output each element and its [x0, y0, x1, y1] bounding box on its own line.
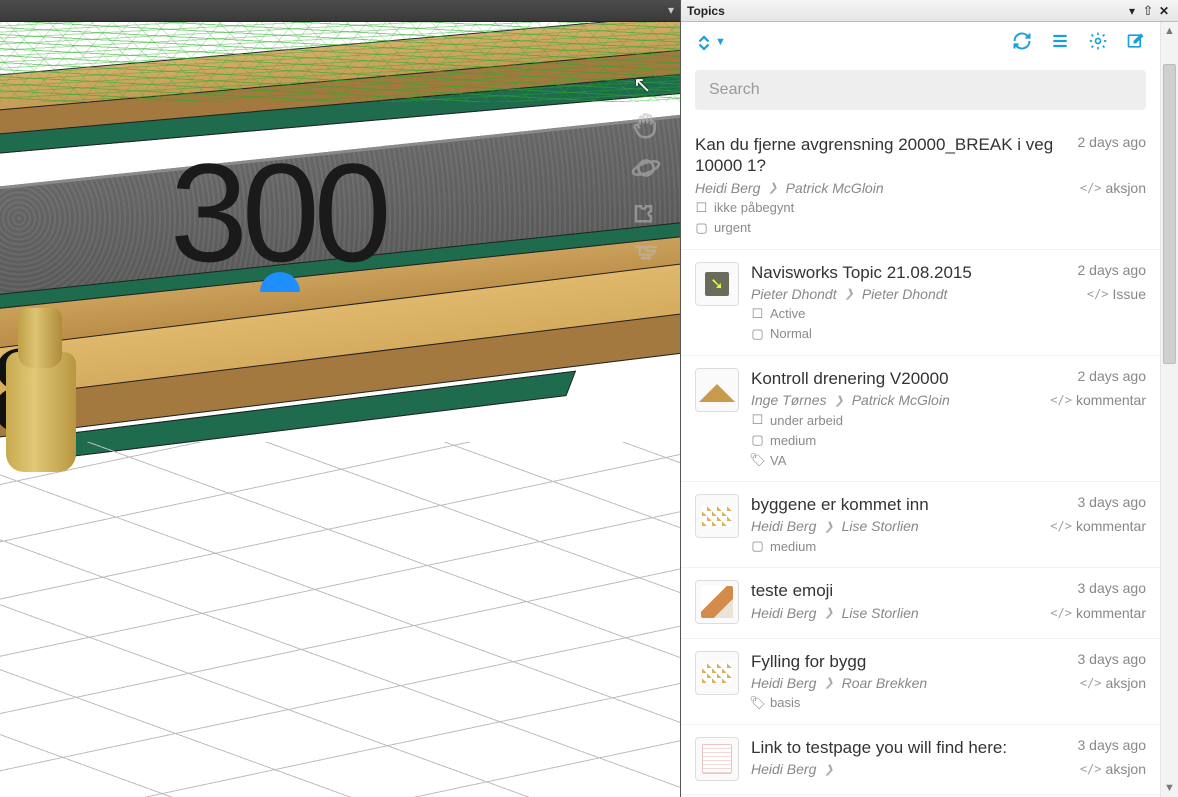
scroll-up-icon[interactable]: ▲ [1161, 22, 1178, 40]
topic-meta: 🏷basis [751, 695, 1146, 711]
viewport-canvas[interactable]: 8 300 ↖ [0, 22, 680, 797]
chevron-right-icon: ❯ [824, 676, 833, 689]
topic-title: Fylling for bygg [751, 651, 1066, 672]
topic-time: 3 days ago [1078, 651, 1147, 667]
station-label: 300 [170, 132, 386, 294]
topic-thumbnail [695, 494, 739, 538]
dropdown-icon[interactable]: ▾ [1124, 4, 1140, 18]
topic-meta: ▢medium [751, 432, 1146, 448]
topic-thumbnail [695, 651, 739, 695]
topic-people: Heidi Berg ❯ [751, 761, 1080, 777]
topics-panel: Topics ▾ ⇧ ✕ ▼ [680, 0, 1178, 797]
ground-grid [0, 442, 680, 797]
chevron-right-icon: ❯ [824, 606, 833, 619]
pan-hand-icon[interactable] [628, 108, 664, 144]
chevron-right-icon: ❯ [824, 520, 833, 533]
topic-people: Inge Tørnes ❯ Patrick McGloin [751, 392, 1050, 408]
chevron-right-icon: ❯ [845, 287, 854, 300]
topic-item[interactable]: Kontroll drenering V20000 2 days ago Ing… [681, 355, 1160, 481]
topic-kind: </>kommentar [1050, 518, 1146, 534]
topic-item[interactable]: Fylling for bygg 3 days ago Heidi Berg ❯… [681, 638, 1160, 724]
topic-item[interactable]: teste emoji 3 days ago Heidi Berg ❯ Lise… [681, 567, 1160, 637]
topic-time: 2 days ago [1078, 262, 1147, 278]
puzzle-icon[interactable] [628, 192, 664, 228]
topic-time: 2 days ago [1078, 134, 1147, 150]
topic-title: teste emoji [751, 580, 1066, 601]
orbit-planet-icon[interactable] [628, 150, 664, 186]
topic-kind: </>aksjon [1080, 180, 1146, 196]
topic-meta: ▢Normal [751, 326, 1146, 342]
topic-thumbnail: ➘ [695, 262, 739, 306]
topic-meta: ☐Active [751, 306, 1146, 322]
chevron-right-icon: ❯ [834, 394, 843, 407]
topic-people: Heidi Berg ❯ Patrick McGloin [695, 180, 1080, 196]
refresh-icon[interactable] [1012, 31, 1032, 54]
topic-time: 3 days ago [1078, 737, 1147, 753]
panel-title: Topics [687, 4, 1124, 18]
chevron-right-icon: ❯ [768, 181, 777, 194]
settings-gear-icon[interactable] [1088, 31, 1108, 54]
cylinder-object [6, 352, 76, 472]
topic-people: Pieter Dhondt ❯ Pieter Dhondt [751, 286, 1087, 302]
topic-kind: </>aksjon [1080, 675, 1146, 691]
topic-title: Kan du fjerne avgrensning 20000_BREAK i … [695, 134, 1066, 177]
topic-meta: 🏷VA [751, 452, 1146, 468]
viewport-tab-strip[interactable] [0, 0, 680, 22]
topic-kind: </>aksjon [1080, 761, 1146, 777]
topic-people: Heidi Berg ❯ Lise Storlien [751, 605, 1050, 621]
topic-item[interactable]: Kan du fjerne avgrensning 20000_BREAK i … [681, 122, 1160, 249]
topics-toolbar: ▼ [681, 22, 1160, 64]
close-icon[interactable]: ✕ [1156, 4, 1172, 18]
topic-time: 3 days ago [1078, 580, 1147, 596]
topic-item[interactable]: ➘ Navisworks Topic 21.08.2015 2 days ago… [681, 249, 1160, 355]
topic-kind: </>kommentar [1050, 605, 1146, 621]
topic-meta: ☐ikke påbegynt [695, 200, 1146, 216]
topic-time: 3 days ago [1078, 494, 1147, 510]
chevron-right-icon: ❯ [824, 763, 833, 776]
topic-thumbnail [695, 737, 739, 781]
wireframe-mesh [0, 22, 680, 102]
topic-kind: </>Issue [1087, 286, 1146, 302]
topic-thumbnail [695, 580, 739, 624]
topic-title: Kontroll drenering V20000 [751, 368, 1066, 389]
topic-meta: ☐under arbeid [751, 412, 1146, 428]
pin-icon[interactable]: ⇧ [1140, 3, 1156, 19]
topic-thumbnail [695, 368, 739, 412]
compose-edit-icon[interactable] [1126, 31, 1146, 54]
viewport-3d[interactable]: 8 300 ↖ [0, 0, 680, 797]
topic-meta: ▢medium [751, 538, 1146, 554]
helicopter-icon[interactable] [628, 234, 664, 270]
scrollbar-thumb[interactable] [1163, 64, 1176, 364]
topic-title: Link to testpage you will find here: [751, 737, 1066, 758]
search-input[interactable] [695, 70, 1146, 110]
vertical-scrollbar[interactable]: ▲ ▼ [1160, 22, 1178, 797]
scroll-down-icon[interactable]: ▼ [1161, 779, 1178, 797]
panel-header[interactable]: Topics ▾ ⇧ ✕ [681, 0, 1178, 22]
topic-time: 2 days ago [1078, 368, 1147, 384]
topic-people: Heidi Berg ❯ Roar Brekken [751, 675, 1080, 691]
topic-title: byggene er kommet inn [751, 494, 1066, 515]
topic-meta: ▢urgent [695, 220, 1146, 236]
list-icon[interactable] [1050, 31, 1070, 54]
viewport-tool-column [628, 102, 672, 276]
topic-kind: </>kommentar [1050, 392, 1146, 408]
topic-people: Heidi Berg ❯ Lise Storlien [751, 518, 1050, 534]
topic-item[interactable]: byggene er kommet inn 3 days ago Heidi B… [681, 481, 1160, 567]
topic-item[interactable]: Link to testpage you will find here: 3 d… [681, 724, 1160, 794]
cursor-icon: ↖ [633, 72, 651, 98]
topic-title: Navisworks Topic 21.08.2015 [751, 262, 1066, 283]
sort-button[interactable]: ▼ [695, 34, 726, 52]
topics-list[interactable]: Kan du fjerne avgrensning 20000_BREAK i … [681, 122, 1160, 797]
